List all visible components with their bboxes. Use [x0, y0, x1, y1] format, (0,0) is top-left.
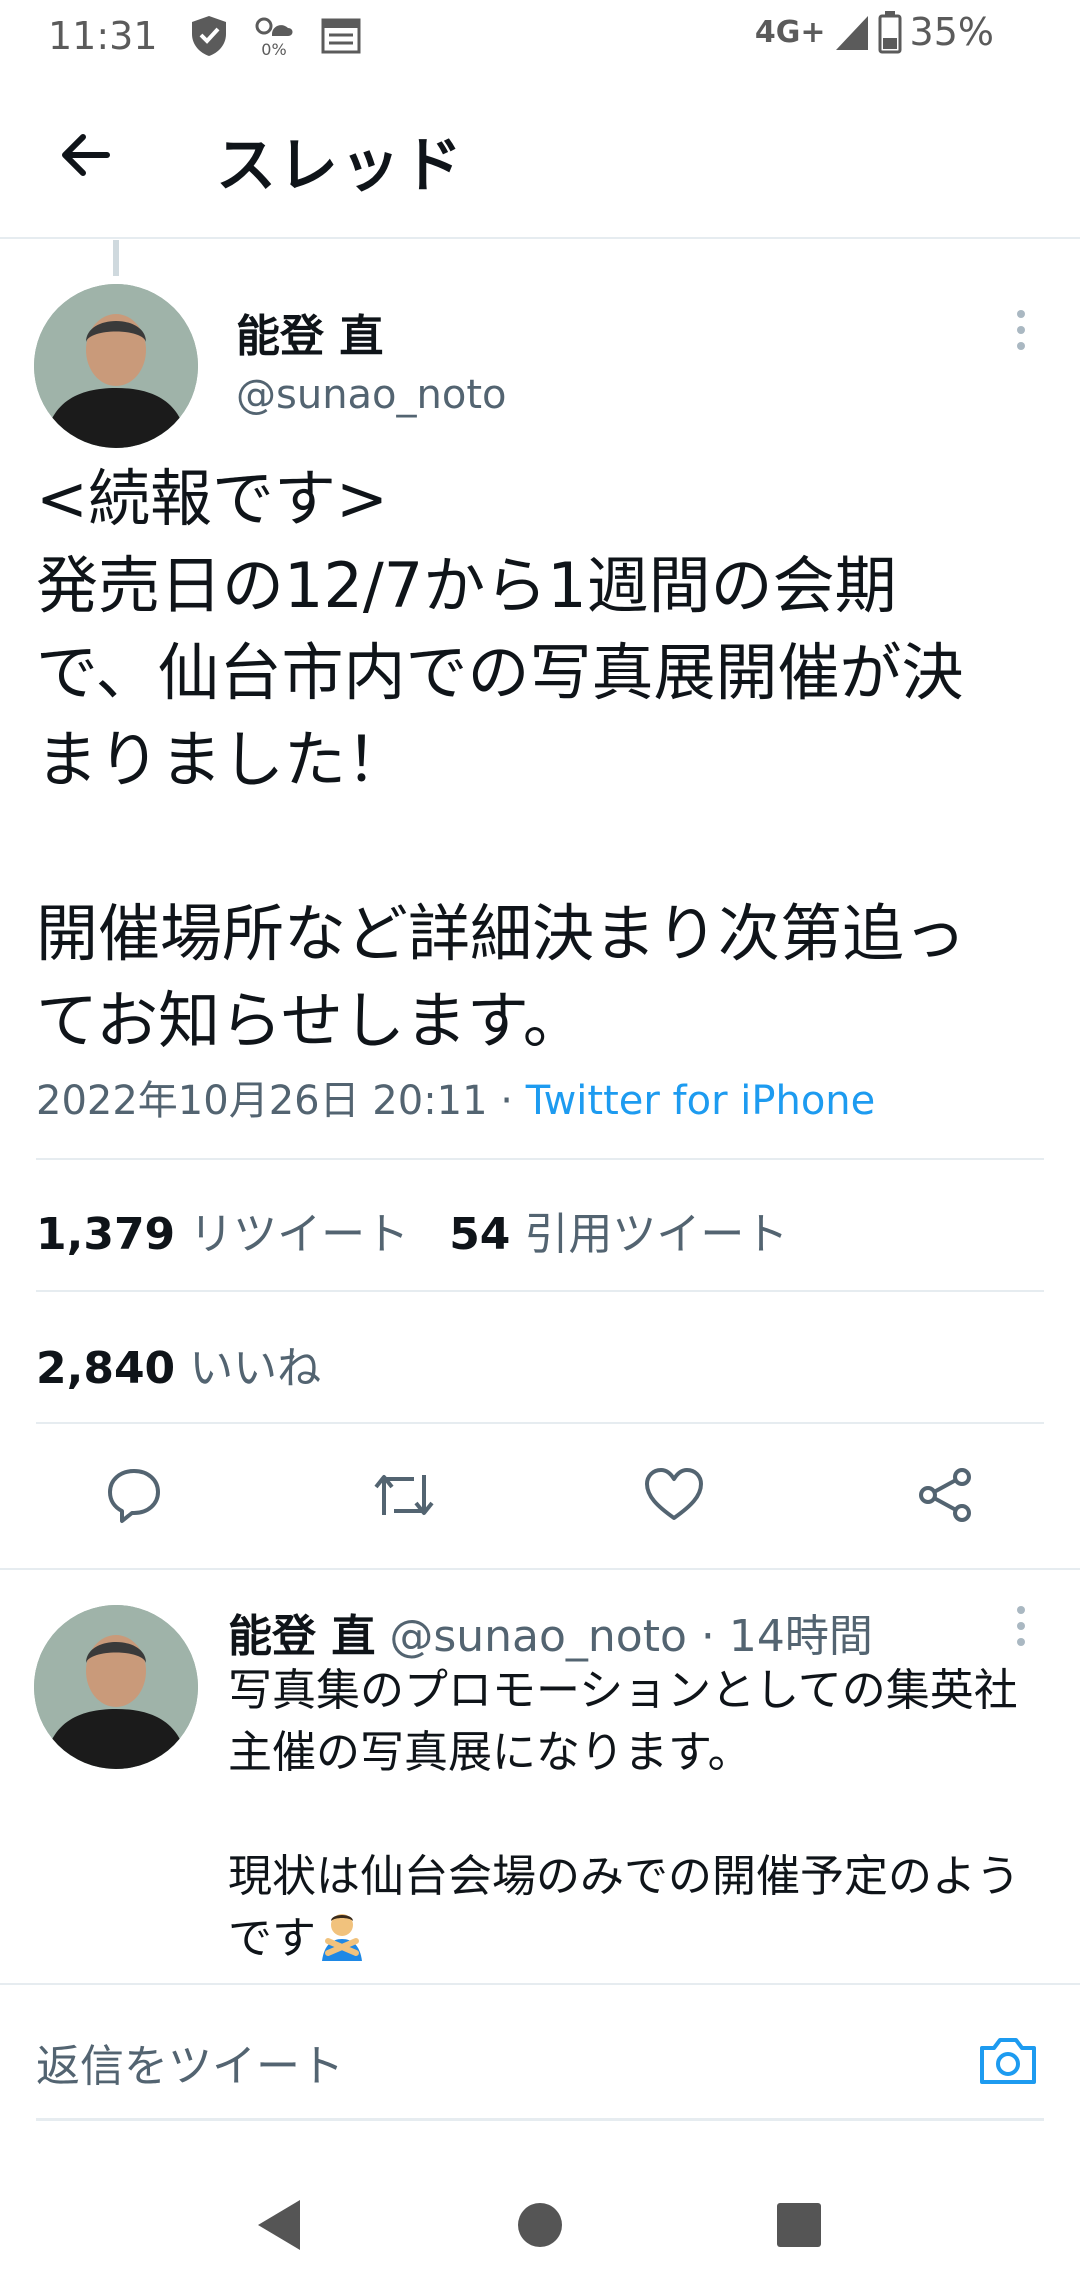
author-avatar[interactable]: [34, 284, 198, 448]
news-icon: [321, 18, 361, 54]
reply-time: · 14時間: [686, 1611, 873, 1662]
quote-label: 引用ツイート: [524, 1209, 789, 1260]
retweet-label: リツイート: [189, 1209, 410, 1260]
battery-icon: [878, 11, 902, 54]
system-nav-bar: [0, 2160, 1080, 2280]
square-recents-icon: [777, 2203, 821, 2247]
author-name[interactable]: 能登 直: [236, 300, 383, 364]
more-dot-icon: [1017, 1606, 1025, 1614]
more-dot-icon: [1017, 326, 1025, 334]
quote-count: 54: [449, 1209, 511, 1260]
top-app-bar: スレッド: [0, 75, 1080, 239]
divider: [36, 1422, 1044, 1424]
meta-separator: ·: [487, 1078, 526, 1124]
circle-home-icon: [518, 2203, 562, 2247]
more-dot-icon: [1017, 342, 1025, 350]
page-title: スレッド: [216, 131, 464, 201]
reply-header: 能登 直 @sunao_noto · 14時間: [228, 1600, 873, 1664]
likes-stat[interactable]: 2,840 いいね: [36, 1332, 321, 1396]
battery-level: 35%: [909, 10, 994, 54]
shield-check-icon: [192, 16, 226, 56]
retweet-count: 1,379: [36, 1209, 176, 1260]
reply-author-handle[interactable]: @sunao_noto: [389, 1611, 687, 1662]
more-dot-icon: [1017, 1638, 1025, 1646]
thread-connector-line: [113, 240, 119, 276]
retweet-stats-row: 1,379 リツイート 54 引用ツイート: [36, 1198, 788, 1262]
status-right: 4G+ 35%: [755, 10, 994, 54]
triangle-back-icon: [258, 2200, 300, 2250]
like-count: 2,840: [36, 1343, 176, 1394]
compose-divider: [0, 1983, 1080, 1985]
status-time: 11:31: [48, 14, 158, 58]
like-button[interactable]: [634, 1430, 714, 1560]
arrow-left-icon: [62, 134, 110, 176]
reply-button[interactable]: [94, 1430, 174, 1560]
likes-stats-row: 2,840 いいね: [36, 1332, 321, 1396]
nav-recents-button[interactable]: [764, 2190, 834, 2260]
nav-back-button[interactable]: [244, 2190, 314, 2260]
more-dot-icon: [1017, 1622, 1025, 1630]
person-gesturing-no-emoji-icon: [322, 1914, 362, 1961]
data-saver-label: 0%: [261, 40, 287, 59]
reply-author-avatar[interactable]: [34, 1605, 198, 1769]
share-icon: [919, 1468, 971, 1522]
section-divider: [0, 1568, 1080, 1570]
reply-more-options-button[interactable]: [1006, 1606, 1036, 1646]
divider: [36, 1158, 1044, 1160]
quotes-stat[interactable]: 54 引用ツイート: [449, 1198, 788, 1262]
reply-body[interactable]: 写真集のプロモーションとしての集英社 主催の写真展になります。 現状は仙台会場の…: [228, 1660, 1048, 1970]
reply-compose-input[interactable]: 返信をツイート: [36, 2030, 344, 2094]
avatar-image: [34, 1605, 198, 1769]
data-saver-icon: 0%: [252, 14, 296, 59]
retweet-button[interactable]: [364, 1430, 444, 1560]
heart-icon: [645, 1468, 703, 1520]
reply-icon: [108, 1469, 160, 1523]
retweet-icon: [374, 1475, 434, 1515]
reply-author-name[interactable]: 能登 直: [228, 1611, 375, 1662]
camera-icon: [980, 2038, 1036, 2084]
share-button[interactable]: [906, 1430, 986, 1560]
back-button[interactable]: [40, 115, 130, 195]
tweet-timestamp[interactable]: 2022年10月26日 20:11: [36, 1078, 488, 1124]
tweet-actions: [0, 1430, 1080, 1560]
camera-button[interactable]: [976, 2028, 1040, 2092]
retweets-stat[interactable]: 1,379 リツイート: [36, 1198, 409, 1262]
like-label: いいね: [189, 1343, 322, 1394]
nav-home-button[interactable]: [505, 2190, 575, 2260]
divider: [36, 1290, 1044, 1292]
author-handle[interactable]: @sunao_noto: [236, 372, 507, 418]
signal-icon: [835, 16, 868, 50]
status-bar: 11:31 0% 4G+ 35%: [0, 0, 1080, 75]
more-dot-icon: [1017, 310, 1025, 318]
tweet-source-link[interactable]: Twitter for iPhone: [526, 1078, 876, 1124]
more-options-button[interactable]: [1006, 310, 1036, 350]
compose-underline: [36, 2118, 1044, 2121]
avatar-image: [34, 284, 198, 448]
tweet-body: <続報です> 発売日の12/7から1週間の会期 で、仙台市内での写真展開催が決 …: [36, 462, 967, 1057]
tweet-meta: 2022年10月26日 20:11 · Twitter for iPhone: [36, 1068, 875, 1126]
network-type: 4G+: [754, 14, 826, 50]
